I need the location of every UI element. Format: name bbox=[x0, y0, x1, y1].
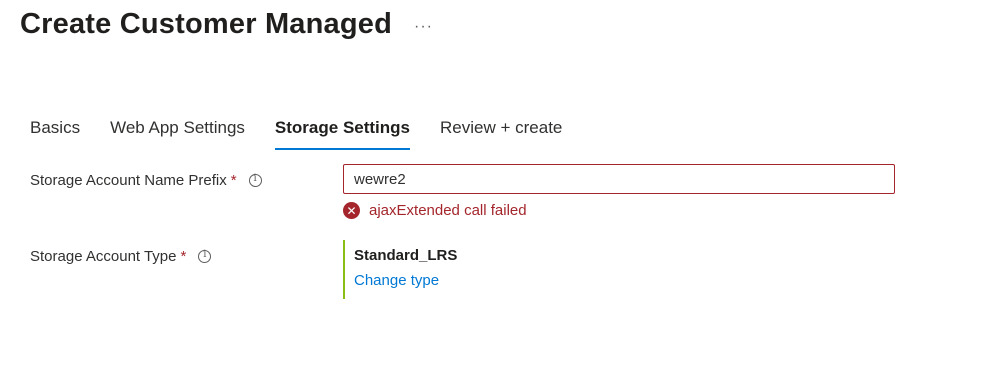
storage-prefix-label: Storage Account Name Prefix bbox=[30, 172, 227, 189]
more-options-icon[interactable]: ··· bbox=[414, 18, 433, 36]
tab-basics[interactable]: Basics bbox=[30, 116, 80, 148]
change-type-link[interactable]: Change type bbox=[354, 272, 457, 289]
account-type-label: Storage Account Type bbox=[30, 248, 177, 265]
info-icon[interactable] bbox=[248, 173, 262, 187]
account-type-label-row: Storage Account Type * bbox=[30, 248, 212, 265]
required-marker: * bbox=[230, 172, 237, 189]
storage-prefix-input[interactable] bbox=[343, 164, 895, 194]
validation-error: ✕ ajaxExtended call failed bbox=[343, 202, 527, 219]
account-type-selection: Standard_LRS Change type bbox=[343, 240, 457, 299]
required-marker: * bbox=[180, 248, 187, 265]
tab-bar: Basics Web App Settings Storage Settings… bbox=[30, 116, 592, 150]
selected-account-type: Standard_LRS bbox=[354, 247, 458, 264]
storage-prefix-label-row: Storage Account Name Prefix * bbox=[30, 172, 262, 189]
info-icon[interactable] bbox=[198, 249, 212, 263]
error-icon: ✕ bbox=[343, 202, 360, 219]
page-title: Create Customer Managed bbox=[20, 8, 393, 40]
tab-review-create[interactable]: Review + create bbox=[440, 116, 562, 148]
tab-storage-settings[interactable]: Storage Settings bbox=[274, 116, 411, 150]
error-message: ajaxExtended call failed bbox=[369, 202, 527, 219]
tab-web-app-settings[interactable]: Web App Settings bbox=[110, 116, 245, 148]
